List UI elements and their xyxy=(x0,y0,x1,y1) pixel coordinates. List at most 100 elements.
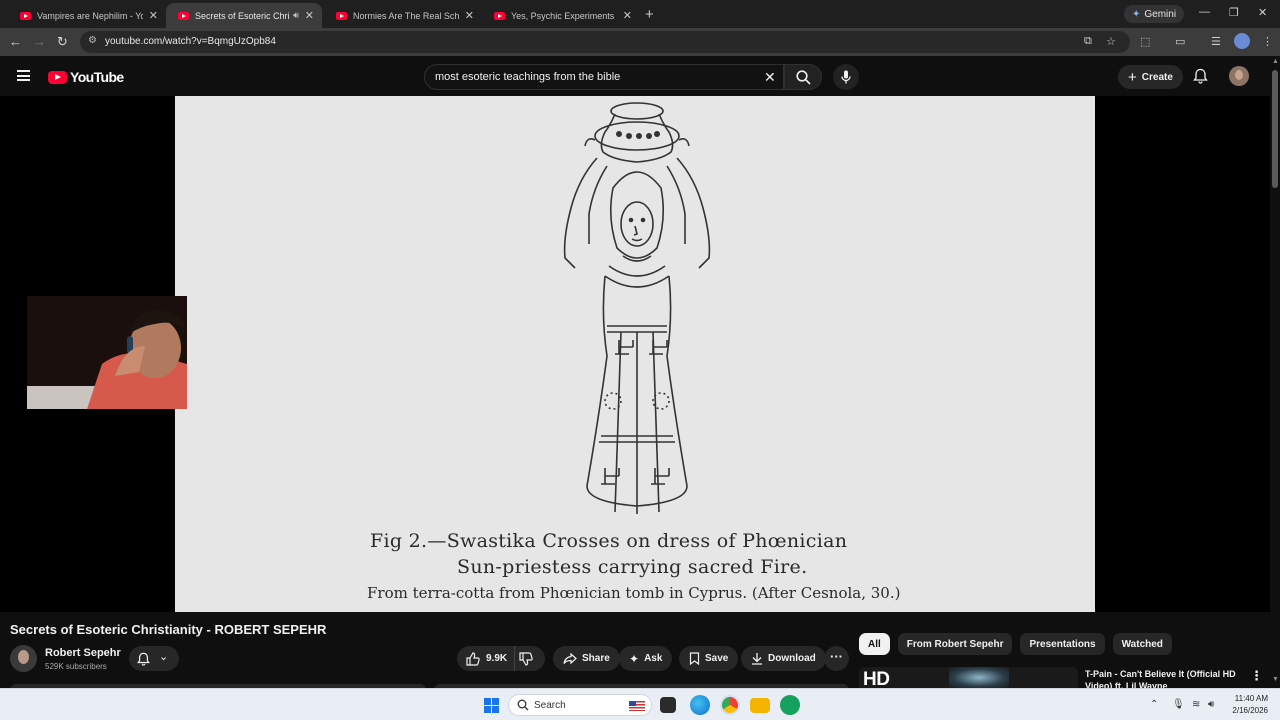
video-frame[interactable]: Fig 2.—Swastika Crosses on dress of Phœn… xyxy=(175,96,1095,612)
youtube-favicon-icon xyxy=(336,11,347,20)
site-info-icon[interactable]: ⚙ xyxy=(88,35,97,46)
chip-from-channel[interactable]: From Robert Sepehr xyxy=(897,633,1013,655)
download-icon xyxy=(752,653,762,665)
chip-all[interactable]: All xyxy=(859,633,890,655)
bookmark-star-icon[interactable]: ☆ xyxy=(1106,35,1116,48)
taskbar-search-box[interactable]: Search xyxy=(508,694,652,716)
chip-watched[interactable]: Watched xyxy=(1112,633,1172,655)
channel-avatar[interactable] xyxy=(10,645,37,672)
browser-profile-avatar[interactable] xyxy=(1234,33,1250,49)
subscribed-notifications-button[interactable]: ⌄ xyxy=(129,646,179,671)
chrome-menu-icon[interactable]: ⋮ xyxy=(1262,35,1273,48)
tray-clock[interactable]: 11:40 AM 2/16/2026 xyxy=(1232,693,1268,717)
figure-caption-line2: Sun-priestess carrying sacred Fire. xyxy=(457,556,808,578)
channel-name[interactable]: Robert Sepehr xyxy=(45,647,121,659)
wifi-icon[interactable]: ≋ xyxy=(1192,699,1200,710)
browser-tab[interactable]: Yes, Psychic Experiments Still H ✕ xyxy=(482,3,640,28)
clock-time: 11:40 AM xyxy=(1234,694,1268,703)
tab-close-icon[interactable]: ✕ xyxy=(149,9,158,22)
search-button[interactable] xyxy=(784,64,822,90)
search-icon xyxy=(796,70,811,85)
media-control-icon[interactable]: ☰ xyxy=(1211,35,1221,48)
ask-button[interactable]: ✦ Ask xyxy=(619,646,673,671)
voice-search-button[interactable] xyxy=(833,64,859,90)
related-filter-chips: All From Robert Sepehr Presentations Wat… xyxy=(859,633,1172,655)
notifications-bell-icon[interactable] xyxy=(1193,68,1208,84)
kebab-menu-icon[interactable]: ⋮ xyxy=(1250,668,1263,684)
gemini-label: Gemini xyxy=(1144,8,1177,20)
like-button[interactable]: 9.9K xyxy=(457,646,515,671)
youtube-logo[interactable]: YouTube xyxy=(48,69,124,85)
scrollbar-thumb[interactable] xyxy=(1272,70,1278,188)
webcam-overlay xyxy=(27,296,187,409)
chrome-browser-icon[interactable] xyxy=(720,695,740,715)
recommended-video-title[interactable]: T-Pain - Can't Believe It (Official HD V… xyxy=(1085,668,1250,688)
more-actions-button[interactable]: ··· xyxy=(824,646,849,671)
recommended-video-thumbnail[interactable]: HD xyxy=(859,667,1078,688)
tab-close-icon[interactable]: ✕ xyxy=(623,9,632,22)
gemini-button[interactable]: ✦ Gemini xyxy=(1124,5,1185,23)
plus-icon: + xyxy=(1128,68,1137,86)
cast-icon[interactable]: ▭ xyxy=(1175,35,1185,48)
browser-toolbar: ← → ↻ ⚙ youtube.com/watch?v=BqmgUzOpb84 … xyxy=(0,28,1280,56)
figure-caption-line1: Fig 2.—Swastika Crosses on dress of Phœn… xyxy=(370,530,848,552)
windows-taskbar: Search ⌃ 🎙︎ ≋ 🔊︎ 11:40 AM 2/16/2026 xyxy=(0,688,1280,720)
file-explorer-icon[interactable] xyxy=(750,698,770,713)
back-icon[interactable]: ← xyxy=(9,34,22,49)
create-button[interactable]: + Create xyxy=(1118,65,1183,89)
like-dislike-group: 9.9K xyxy=(457,646,545,671)
edge-browser-icon[interactable] xyxy=(690,695,710,715)
restore-icon[interactable]: ❐ xyxy=(1229,6,1239,19)
search-input[interactable]: most esoteric teachings from the bible ✕ xyxy=(424,64,784,90)
thumbs-down-icon[interactable] xyxy=(519,652,533,666)
extensions-icon[interactable]: ⬚ xyxy=(1140,35,1150,48)
thumbnail-image xyxy=(949,667,1009,688)
clear-search-icon[interactable]: ✕ xyxy=(764,69,776,86)
tab-close-icon[interactable]: ✕ xyxy=(465,9,474,22)
video-player[interactable]: Fig 2.—Swastika Crosses on dress of Phœn… xyxy=(0,96,1270,612)
chevron-down-icon: ⌄ xyxy=(159,651,169,663)
new-tab-icon[interactable]: + xyxy=(645,6,654,23)
window-close-icon[interactable]: ✕ xyxy=(1258,6,1267,19)
microphone-icon xyxy=(841,70,851,84)
youtube-play-icon xyxy=(48,70,67,84)
volume-icon[interactable]: 🔊︎ xyxy=(1208,699,1214,710)
scroll-up-icon[interactable]: ▲ xyxy=(1272,58,1279,65)
app-icon[interactable] xyxy=(780,695,800,715)
share-button[interactable]: Share xyxy=(553,646,620,671)
hamburger-menu-icon[interactable] xyxy=(17,70,30,81)
tab-close-icon[interactable]: ✕ xyxy=(305,9,314,22)
speaker-icon[interactable]: 🔊︎ xyxy=(293,10,299,21)
install-app-icon[interactable]: ⧉ xyxy=(1084,35,1092,48)
forward-icon[interactable]: → xyxy=(33,34,46,49)
download-button[interactable]: Download xyxy=(741,646,826,671)
page-scrollbar[interactable]: ▲ ▼ xyxy=(1270,56,1280,688)
youtube-logo-text: YouTube xyxy=(70,69,124,85)
scroll-down-icon[interactable]: ▼ xyxy=(1272,676,1279,683)
share-arrow-icon xyxy=(563,652,577,664)
browser-tab-active[interactable]: Secrets of Esoteric Christian 🔊︎ ✕ xyxy=(166,3,322,28)
create-label: Create xyxy=(1141,71,1173,83)
minimize-icon[interactable]: — xyxy=(1199,6,1210,18)
browser-tab[interactable]: Normies Are The Real Schizos ✕ xyxy=(324,3,482,28)
browser-tab[interactable]: Vampires are Nephilim - YouTu ✕ xyxy=(8,3,166,28)
chip-presentations[interactable]: Presentations xyxy=(1020,633,1105,655)
sparkle-icon: ✦ xyxy=(1132,8,1141,20)
address-bar[interactable]: ⚙ youtube.com/watch?v=BqmgUzOpb84 xyxy=(80,31,1130,53)
tray-chevron-up-icon[interactable]: ⌃ xyxy=(1150,699,1158,710)
tray-microphone-icon[interactable]: 🎙︎ xyxy=(1172,699,1185,710)
reload-icon[interactable]: ↻ xyxy=(57,34,68,50)
thumbs-up-icon xyxy=(466,651,480,666)
tab-title: Secrets of Esoteric Christian xyxy=(195,10,290,21)
youtube-favicon-icon xyxy=(20,11,31,20)
ask-label: Ask xyxy=(644,653,663,664)
taskbar-search-label: Search xyxy=(534,700,566,711)
subscriber-count: 529K subscribers xyxy=(45,662,107,671)
account-avatar[interactable] xyxy=(1229,66,1249,86)
save-button[interactable]: Save xyxy=(679,646,739,671)
tab-title: Yes, Psychic Experiments Still H xyxy=(511,10,617,21)
windows-start-icon[interactable] xyxy=(484,698,499,713)
thumbnail-hd-text: HD xyxy=(863,669,890,688)
browser-tab-strip: Vampires are Nephilim - YouTu ✕ Secrets … xyxy=(0,0,1280,28)
task-view-icon[interactable] xyxy=(660,697,676,713)
